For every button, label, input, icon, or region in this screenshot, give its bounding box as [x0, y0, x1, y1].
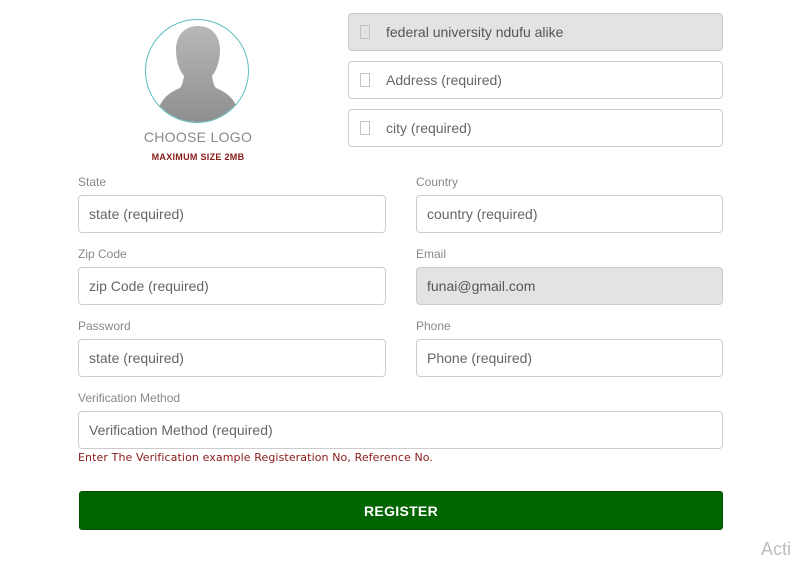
phone-input[interactable]: [427, 340, 714, 376]
institution-name-input: [386, 14, 714, 50]
state-field[interactable]: [78, 195, 386, 233]
verification-label: Verification Method: [78, 391, 181, 405]
city-input[interactable]: [386, 110, 714, 146]
verification-field[interactable]: [78, 411, 723, 449]
email-label: Email: [416, 247, 447, 261]
phone-field[interactable]: [416, 339, 723, 377]
max-size-note: MAXIMUM SIZE 2MB: [151, 152, 245, 162]
logo-upload-avatar[interactable]: [145, 19, 249, 123]
country-label: Country: [416, 175, 459, 189]
zip-input[interactable]: [89, 268, 377, 304]
institution-name-field: [348, 13, 723, 51]
building-icon: [360, 121, 370, 135]
building-icon: [360, 25, 370, 39]
choose-logo-label[interactable]: CHOOSE LOGO: [120, 129, 276, 145]
password-field[interactable]: [78, 339, 386, 377]
building-icon: [360, 73, 370, 87]
country-input[interactable]: [427, 196, 714, 232]
city-field[interactable]: [348, 109, 723, 147]
country-field[interactable]: [416, 195, 723, 233]
zip-label: Zip Code: [78, 247, 127, 261]
activate-windows-watermark: Acti: [761, 539, 792, 559]
email-input: [427, 268, 714, 304]
state-input[interactable]: [89, 196, 377, 232]
phone-label: Phone: [416, 319, 451, 333]
address-input[interactable]: [386, 62, 714, 98]
avatar-placeholder-icon: [158, 26, 238, 122]
register-button[interactable]: REGISTER: [79, 491, 723, 530]
zip-field[interactable]: [78, 267, 386, 305]
state-label: State: [78, 175, 107, 189]
password-label: Password: [78, 319, 131, 333]
email-field: [416, 267, 723, 305]
verification-input[interactable]: [89, 412, 714, 448]
address-field[interactable]: [348, 61, 723, 99]
password-input[interactable]: [89, 340, 377, 376]
verification-hint: Enter The Verification example Registera…: [78, 451, 434, 464]
